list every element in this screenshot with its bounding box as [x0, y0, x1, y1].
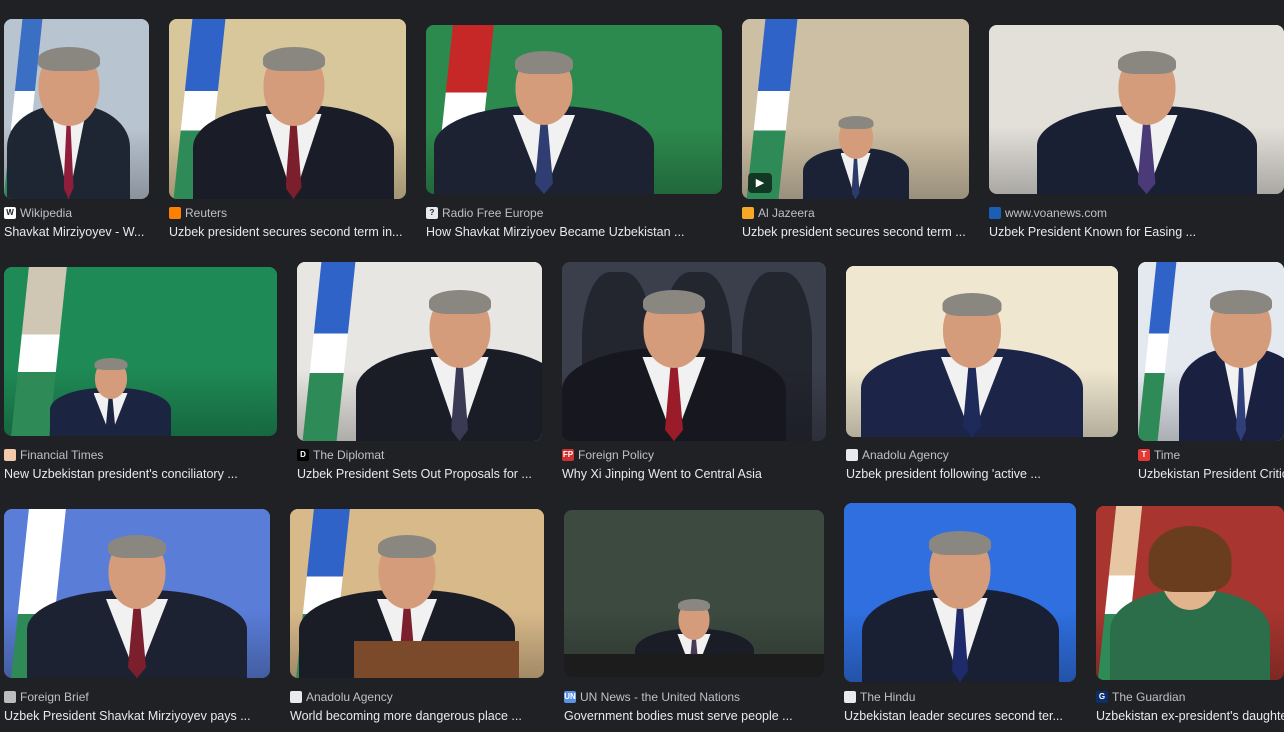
- source-name: www.voanews.com: [1005, 206, 1108, 220]
- result-source: FP Foreign Policy: [562, 447, 654, 463]
- result-source: Anadolu Agency: [290, 689, 393, 705]
- result-title-link[interactable]: Uzbek president secures second term ...: [742, 223, 966, 241]
- result-source: Financial Times: [4, 447, 103, 463]
- hair: [678, 599, 710, 611]
- hair: [643, 290, 705, 314]
- result-thumbnail[interactable]: ▶: [742, 19, 969, 199]
- result-source: G The Guardian: [1096, 689, 1185, 705]
- hair: [1117, 51, 1176, 74]
- source-name: Financial Times: [20, 448, 104, 462]
- result-source: www.voanews.com: [989, 205, 1107, 221]
- result-thumbnail[interactable]: [4, 267, 277, 436]
- hair: [378, 535, 436, 558]
- result-thumbnail[interactable]: [4, 509, 270, 678]
- source-name: The Diplomat: [313, 448, 385, 462]
- hair: [428, 290, 491, 314]
- hair: [515, 51, 573, 74]
- result-thumbnail[interactable]: [290, 509, 544, 678]
- result-source: D The Diplomat: [297, 447, 384, 463]
- result-source: Reuters: [169, 205, 227, 221]
- guardian-icon: G: [1096, 691, 1108, 703]
- source-name: Al Jazeera: [758, 206, 815, 220]
- ft-icon: [4, 449, 16, 461]
- result-title-link[interactable]: Why Xi Jinping Went to Central Asia: [562, 465, 762, 483]
- hair: [37, 47, 100, 71]
- time-icon: T: [1138, 449, 1150, 461]
- source-name: Reuters: [185, 206, 228, 220]
- result-title-link[interactable]: Uzbekistan ex-president's daughter...: [1096, 707, 1284, 725]
- result-title-link[interactable]: World becoming more dangerous place ...: [290, 707, 522, 725]
- result-thumbnail[interactable]: [1096, 506, 1284, 680]
- result-thumbnail[interactable]: [169, 19, 406, 199]
- result-thumbnail[interactable]: [1138, 262, 1284, 441]
- result-title-link[interactable]: Uzbek president following 'active ...: [846, 465, 1041, 483]
- un-icon: UN: [564, 691, 576, 703]
- result-title-link[interactable]: Uzbek President Shavkat Mirziyoyev pays …: [4, 707, 251, 725]
- result-source: Al Jazeera: [742, 205, 815, 221]
- reuters-icon: [169, 207, 181, 219]
- source-name: Wikipedia: [20, 206, 73, 220]
- source-name: Radio Free Europe: [442, 206, 544, 220]
- hair: [108, 535, 166, 558]
- result-thumbnail[interactable]: [297, 262, 542, 441]
- hair: [838, 116, 873, 129]
- anadolu-icon: [846, 449, 858, 461]
- result-thumbnail[interactable]: [564, 510, 824, 677]
- source-name: The Hindu: [860, 690, 916, 704]
- result-title-link[interactable]: New Uzbekistan president's conciliatory …: [4, 465, 238, 483]
- anadolu-icon: [290, 691, 302, 703]
- rfe-icon: ?: [426, 207, 438, 219]
- hair: [94, 358, 127, 370]
- source-name: Foreign Policy: [578, 448, 655, 462]
- result-title-link[interactable]: Uzbekistan President Critic...: [1138, 465, 1284, 483]
- hindu-icon: [844, 691, 856, 703]
- result-title-link[interactable]: Uzbek President Sets Out Proposals for .…: [297, 465, 532, 483]
- result-source: T Time: [1138, 447, 1180, 463]
- hair: [929, 531, 991, 555]
- hair: [1148, 526, 1232, 592]
- result-source: Foreign Brief: [4, 689, 89, 705]
- result-source: ? Radio Free Europe: [426, 205, 543, 221]
- source-name: UN News - the United Nations: [580, 690, 741, 704]
- result-thumbnail[interactable]: [4, 19, 149, 199]
- diplomat-icon: D: [297, 449, 309, 461]
- source-name: Time: [1154, 448, 1181, 462]
- result-source: The Hindu: [844, 689, 915, 705]
- result-title-link[interactable]: Uzbekistan leader secures second ter...: [844, 707, 1063, 725]
- result-title-link[interactable]: Shavkat Mirziyoyev - W...: [4, 223, 144, 241]
- result-title-link[interactable]: Government bodies must serve people ...: [564, 707, 793, 725]
- source-name: Anadolu Agency: [862, 448, 949, 462]
- wikipedia-icon: W: [4, 207, 16, 219]
- result-source: Anadolu Agency: [846, 447, 949, 463]
- image-results-grid: W Wikipedia Shavkat Mirziyoyev - W... Reute…: [0, 0, 1284, 732]
- source-name: The Guardian: [1112, 690, 1186, 704]
- hair: [262, 47, 325, 71]
- aljazeera-icon: [742, 207, 754, 219]
- result-source: W Wikipedia: [4, 205, 72, 221]
- hair: [1210, 290, 1272, 314]
- result-thumbnail[interactable]: [989, 25, 1284, 194]
- podium: [353, 641, 519, 678]
- foreignbrief-icon: [4, 691, 16, 703]
- result-thumbnail[interactable]: [426, 25, 722, 194]
- source-name: Anadolu Agency: [306, 690, 393, 704]
- source-name: Foreign Brief: [20, 690, 89, 704]
- result-thumbnail[interactable]: [562, 262, 826, 441]
- result-title-link[interactable]: How Shavkat Mirziyoev Became Uzbekistan …: [426, 223, 684, 241]
- result-title-link[interactable]: Uzbek President Known for Easing ...: [989, 223, 1196, 241]
- foreignpolicy-icon: FP: [562, 449, 574, 461]
- result-thumbnail[interactable]: [846, 266, 1118, 437]
- result-thumbnail[interactable]: [844, 503, 1076, 682]
- voa-icon: [989, 207, 1001, 219]
- result-title-link[interactable]: Uzbek president secures second term in..…: [169, 223, 402, 241]
- hair: [942, 293, 1002, 316]
- un-podium: [564, 654, 824, 677]
- play-video-icon[interactable]: ▶: [748, 173, 772, 193]
- result-source: UN UN News - the United Nations: [564, 689, 740, 705]
